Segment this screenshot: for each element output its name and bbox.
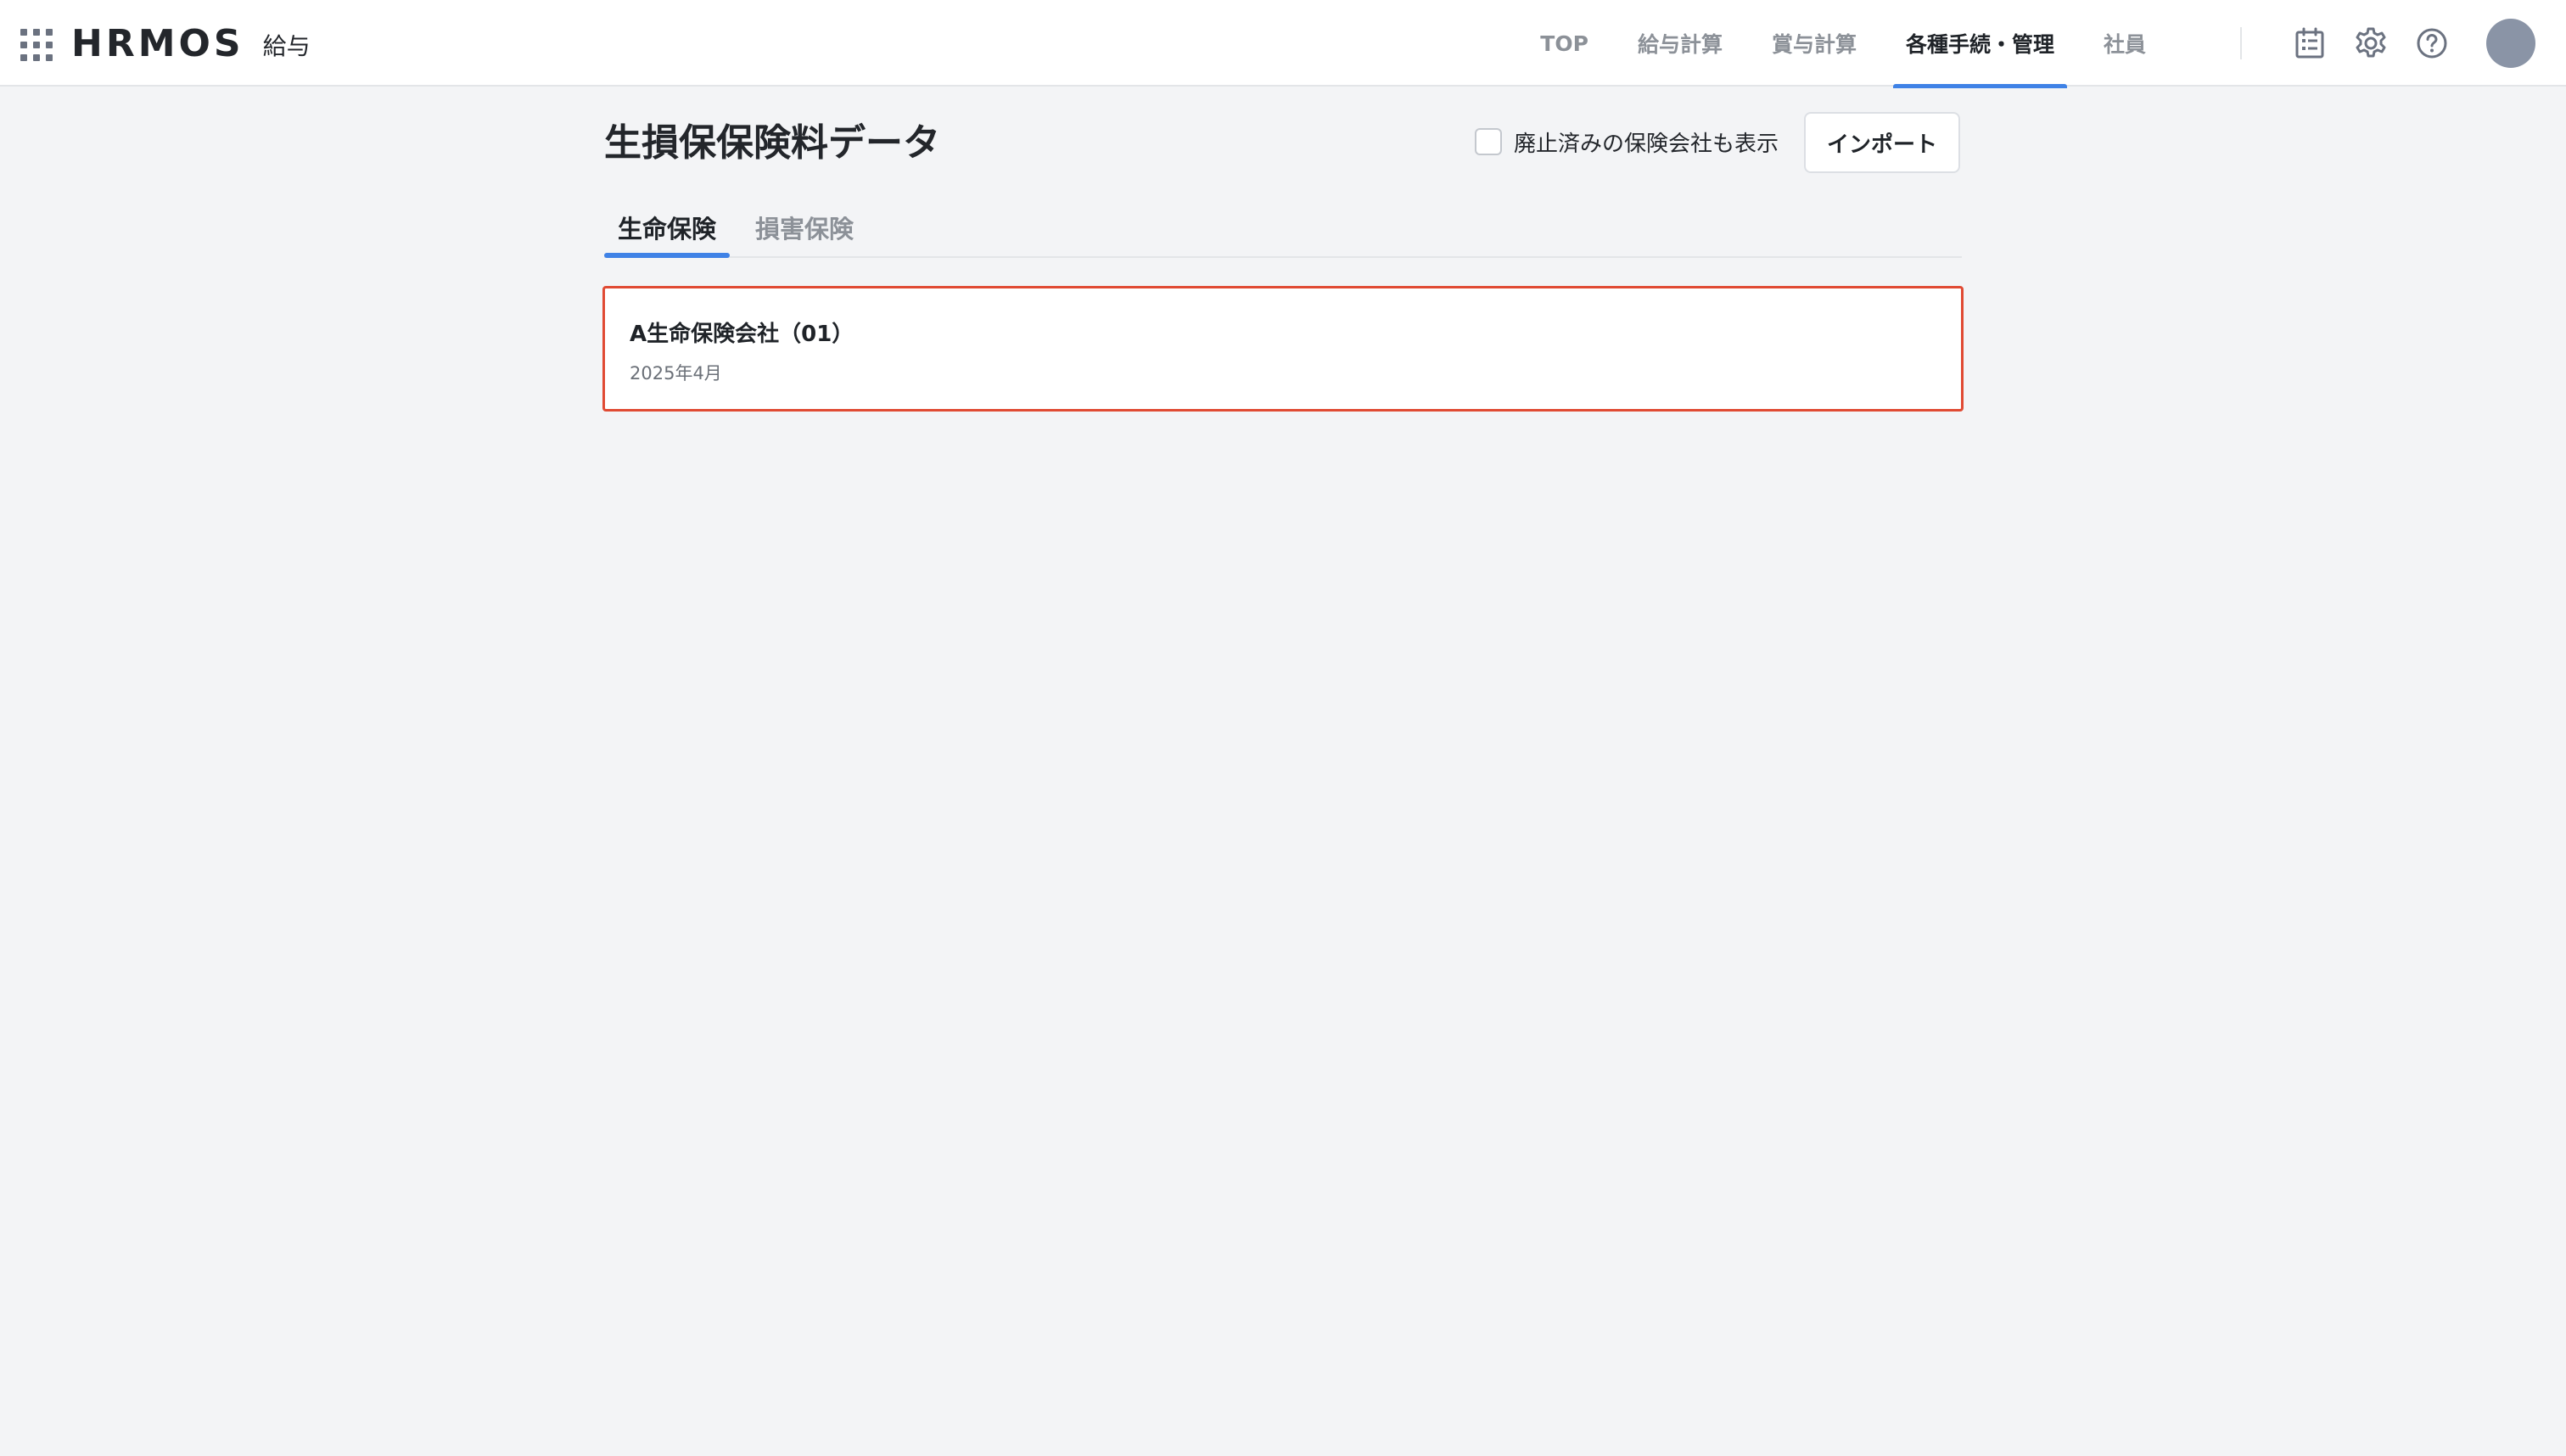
show-retired-checkbox[interactable] xyxy=(1475,128,1502,155)
nav-procedures[interactable]: 各種手続・管理 xyxy=(1892,0,2068,88)
app-switcher-icon[interactable] xyxy=(20,29,53,61)
show-retired-label: 廃止済みの保険会社も表示 xyxy=(1514,131,1779,157)
insurance-tabs: 生命保険 損害保険 xyxy=(604,202,1962,258)
company-name: A生命保険会社（01） xyxy=(630,322,854,347)
logo[interactable]: HRMOS 給与 xyxy=(71,19,311,70)
nav-payroll[interactable]: 給与計算 xyxy=(1625,0,1735,87)
import-button[interactable]: インポート xyxy=(1804,112,1960,173)
page-title: 生損保保険料データ xyxy=(604,121,940,165)
nav-top[interactable]: TOP xyxy=(1527,0,1601,87)
help-icon[interactable] xyxy=(2415,26,2449,60)
nav-bonus[interactable]: 賞与計算 xyxy=(1759,0,1869,87)
nav-employees[interactable]: 社員 xyxy=(2091,0,2159,87)
nav-divider xyxy=(2240,27,2242,59)
main-nav: TOP 給与計算 賞与計算 各種手続・管理 社員 xyxy=(1504,0,2159,88)
tab-life-insurance[interactable]: 生命保険 xyxy=(604,202,731,258)
top-header: HRMOS 給与 TOP 給与計算 賞与計算 各種手続・管理 社員 xyxy=(0,0,2566,88)
company-date: 2025年4月 xyxy=(630,363,722,384)
show-retired-toggle[interactable]: 廃止済みの保険会社も表示 xyxy=(1475,126,1779,158)
user-avatar[interactable] xyxy=(2486,19,2535,68)
gear-icon[interactable] xyxy=(2354,26,2388,60)
calendar-list-icon[interactable] xyxy=(2293,26,2327,60)
product-name: 給与 xyxy=(262,32,311,60)
logo-wordmark: HRMOS xyxy=(71,22,244,65)
tab-non-life-insurance[interactable]: 損害保険 xyxy=(742,202,867,256)
insurance-company-card[interactable]: A生命保険会社（01） 2025年4月 xyxy=(602,286,1964,412)
